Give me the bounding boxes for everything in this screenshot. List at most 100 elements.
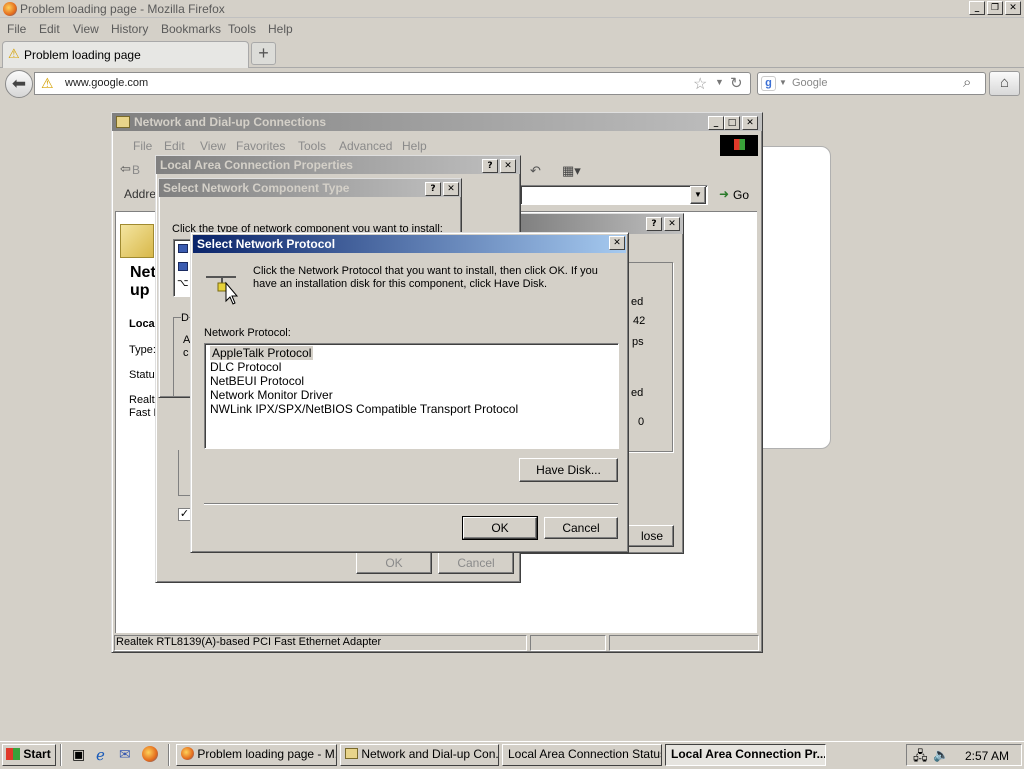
protocol-item-nwlink[interactable]: NWLink IPX/SPX/NetBIOS Compatible Transp… xyxy=(208,402,618,416)
network-tray-icon[interactable]: 🖧 xyxy=(913,747,928,769)
bookmark-star-icon[interactable]: ☆ xyxy=(693,74,707,94)
nc-menu-edit[interactable]: Edit xyxy=(164,139,185,153)
tab-label: Problem loading page xyxy=(24,48,141,62)
network-connections-title-bar: Network and Dial-up Connections xyxy=(112,113,762,131)
search-bar[interactable]: g ▼ Google ⌕ xyxy=(757,72,986,95)
dialog-separator xyxy=(204,503,618,505)
menu-history[interactable]: History xyxy=(111,22,148,36)
nc-menu-bar: File Edit View Favorites Tools Advanced … xyxy=(112,135,760,156)
protocol-item-appletalk[interactable]: AppleTalk Protocol xyxy=(208,346,618,360)
close-button[interactable]: ✕ xyxy=(1005,1,1021,15)
restore-button[interactable]: ❐ xyxy=(987,1,1003,15)
menu-view[interactable]: View xyxy=(73,22,99,36)
menu-help[interactable]: Help xyxy=(268,22,293,36)
volume-icon[interactable]: 🔈 xyxy=(933,747,949,763)
lac-status-close-icon-button[interactable]: ✕ xyxy=(664,217,680,231)
outlook-icon[interactable]: ✉ xyxy=(119,746,131,763)
taskbar-item-firefox[interactable]: Problem loading page - M... xyxy=(176,744,337,766)
back-button[interactable]: ⬅ xyxy=(5,70,33,98)
component-type-title-bar: Select Network Component Type xyxy=(159,179,461,197)
service-icon xyxy=(178,262,188,271)
lac-properties-title: Local Area Connection Properties xyxy=(160,158,353,172)
lac-status-help-button[interactable]: ? xyxy=(646,217,662,231)
menu-bookmarks[interactable]: Bookmarks xyxy=(161,22,221,36)
nc-back-button[interactable]: B ⇦ xyxy=(118,158,160,180)
lac-properties-ok-button[interactable]: OK xyxy=(356,552,432,574)
taskbar-lac-status-label: Local Area Connection Status xyxy=(508,747,662,761)
lac-properties-help-button[interactable]: ? xyxy=(482,159,498,173)
start-label: Start xyxy=(23,747,51,761)
protocol-item-appletalk-label: AppleTalk Protocol xyxy=(210,346,314,360)
menu-file[interactable]: File xyxy=(7,22,26,36)
protocol-small-icon: ⌥ xyxy=(177,278,189,289)
component-type-help-button[interactable]: ? xyxy=(425,182,441,196)
network-protocol-icon xyxy=(204,271,240,305)
menu-edit[interactable]: Edit xyxy=(39,22,60,36)
nc-menu-tools[interactable]: Tools xyxy=(298,139,326,153)
go-arrow-icon: ➜ xyxy=(719,187,730,201)
lac-properties-cancel-button[interactable]: Cancel xyxy=(438,552,514,574)
firefox-menu-bar: File Edit View History Bookmarks Tools H… xyxy=(0,19,1024,39)
firefox-quicklaunch-icon[interactable] xyxy=(142,746,158,762)
firefox-logo-icon xyxy=(3,2,17,16)
internet-explorer-icon[interactable]: ℯ xyxy=(96,746,105,764)
nc-heading-line2: up xyxy=(130,282,150,299)
nc-menu-file[interactable]: File xyxy=(133,139,152,153)
lac-status-close-label: lose xyxy=(640,529,663,543)
history-dropdown-icon[interactable]: ▼ xyxy=(715,77,724,87)
component-type-close-button[interactable]: ✕ xyxy=(443,182,459,196)
taskbar-network-label: Network and Dial-up Con... xyxy=(361,747,499,761)
protocol-cancel-button[interactable]: Cancel xyxy=(544,517,618,539)
nc-address-dropdown-button[interactable]: ▼ xyxy=(690,186,706,204)
reload-icon[interactable]: ↻ xyxy=(730,74,743,92)
protocol-item-netbeui[interactable]: NetBEUI Protocol xyxy=(208,374,618,388)
windows-flag-icon xyxy=(6,748,20,760)
lac-status-value-2: 42 xyxy=(633,315,646,327)
tab-problem-loading[interactable]: ⚠ Problem loading page xyxy=(2,41,249,68)
select-protocol-close-button[interactable]: ✕ xyxy=(609,236,625,250)
taskbar-item-lac-status[interactable]: Local Area Connection Status xyxy=(502,744,662,766)
network-connections-title: Network and Dial-up Connections xyxy=(134,115,327,129)
nc-maximize-button[interactable]: □ xyxy=(724,116,740,130)
nc-side-type: Type: xyxy=(129,344,156,356)
network-protocol-list[interactable]: AppleTalk Protocol DLC Protocol NetBEUI … xyxy=(204,343,619,449)
url-text: www.google.com xyxy=(65,77,149,89)
protocol-ok-button[interactable]: OK xyxy=(462,516,538,540)
nc-status-bar: Realtek RTL8139(A)-based PCI Fast Ethern… xyxy=(114,634,760,652)
taskbar-lac-properties-label: Local Area Connection Pr... xyxy=(671,747,826,761)
taskbar-item-lac-properties[interactable]: Local Area Connection Pr... xyxy=(665,744,826,766)
new-tab-button[interactable]: + xyxy=(251,42,276,65)
nc-go-label: Go xyxy=(733,188,750,202)
select-protocol-description: Click the Network Protocol that you want… xyxy=(253,265,598,290)
search-icon[interactable]: ⌕ xyxy=(963,74,971,91)
lac-status-value-3: ps xyxy=(632,336,644,348)
nc-menu-favorites[interactable]: Favorites xyxy=(236,139,285,153)
search-engine-dropdown-icon[interactable]: ▼ xyxy=(779,78,787,87)
nc-minimize-button[interactable]: _ xyxy=(708,116,724,130)
lac-properties-close-button[interactable]: ✕ xyxy=(500,159,516,173)
taskbar-item-network-connections[interactable]: Network and Dial-up Con... xyxy=(340,744,499,766)
protocol-item-dlc[interactable]: DLC Protocol xyxy=(208,360,618,374)
nc-go-button[interactable]: ➜ Go xyxy=(717,185,757,205)
select-protocol-dialog: Select Network Protocol ✕ Click the Netw… xyxy=(190,232,629,553)
quicklaunch-separator xyxy=(168,744,170,766)
nc-menu-advanced[interactable]: Advanced xyxy=(339,139,392,153)
minimize-button[interactable]: _ xyxy=(969,1,985,15)
menu-tools[interactable]: Tools xyxy=(228,22,256,36)
nc-menu-view[interactable]: View xyxy=(200,139,226,153)
url-bar[interactable]: ⚠ www.google.com ☆ ▼ ↻ xyxy=(34,72,751,95)
start-button[interactable]: Start xyxy=(2,744,56,766)
protocol-item-network-monitor[interactable]: Network Monitor Driver xyxy=(208,388,618,402)
undo-icon[interactable]: ↶ xyxy=(530,163,541,179)
nc-menu-help[interactable]: Help xyxy=(402,139,427,153)
show-desktop-icon[interactable]: ▣ xyxy=(72,746,85,763)
views-icon[interactable]: ▦▾ xyxy=(562,163,581,179)
nc-address-input[interactable] xyxy=(520,185,708,205)
lac-status-value-1: ed xyxy=(631,296,644,308)
taskbar-firefox-icon xyxy=(181,747,194,760)
nc-back-label: B xyxy=(132,163,141,177)
nc-close-button[interactable]: ✕ xyxy=(742,116,758,130)
home-button[interactable]: ⌂ xyxy=(989,71,1020,96)
google-icon: g xyxy=(761,76,776,91)
have-disk-button[interactable]: Have Disk... xyxy=(519,458,618,482)
